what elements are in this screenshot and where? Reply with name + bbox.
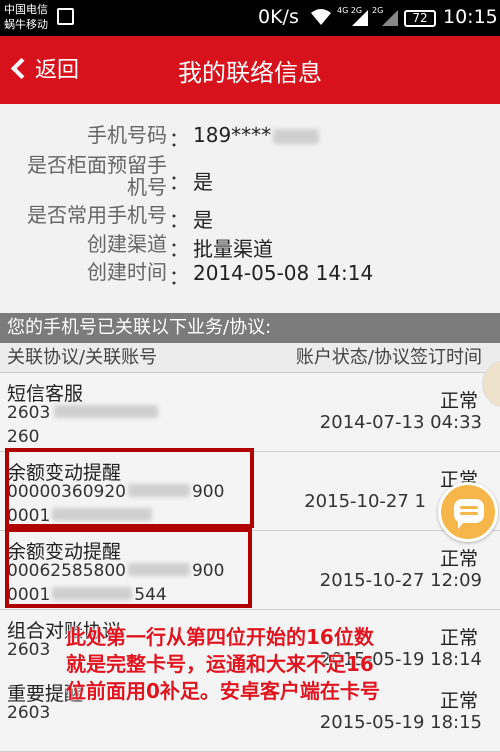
info-label: 创建时间 [87,260,167,284]
signal-icon [352,10,368,26]
item-status: 正常 [439,390,478,412]
annotation-line-2: 就是完整卡号，运通和大来不足16 [66,652,374,676]
item-date: 2015-10-27 1 [304,491,426,512]
image-icon [57,8,74,25]
info-value: 是 [193,208,213,232]
signal-icon-2 [382,10,398,26]
annotation-line-3: 位前面用0补足。安卓客户端在卡号 [66,679,380,703]
info-colon: ： [169,127,189,151]
item-account-2: 260 [7,427,40,447]
info-colon: ： [169,237,189,261]
info-colon: ： [169,265,189,289]
contact-info: 手机号码 ： 189**** 是否柜面预留手 机号 ： 是 是否常用手机号 ： … [0,104,500,302]
phone-number-text: 189**** [193,123,272,147]
item-date: 2015-05-19 18:15 [319,712,482,733]
info-label: 手机号码 [87,123,167,147]
info-label-line2: 机号 [127,175,167,199]
battery-icon: 72 [404,10,436,27]
item-status: 正常 [439,627,478,649]
item-account: 2603 [7,640,51,660]
phone-number: 189**** [193,123,320,147]
wifi-icon [309,7,333,32]
annotation-line-1: 此处第一行从第四位开始的16位数 [66,625,374,649]
info-value: 是 [193,170,213,194]
item-account: 2603 [7,703,51,723]
item-status: 正常 [439,548,478,570]
column-left-header: 关联协议/关联账号 [7,347,158,368]
status-bar: 中国电信 蜗牛移动 0K/s 4G 2G 2G 72 10:15 [0,0,500,36]
list-item[interactable]: 短信客服 2603 260 正常 2014-07-13 04:33 [0,374,500,452]
column-right-header: 账户状态/协议签订时间 [295,347,482,368]
carrier-1: 中国电信 [4,3,48,16]
item-date: 2015-10-27 12:09 [319,570,482,591]
page-title: 我的联络信息 [178,59,322,87]
info-label: 是否柜面预留手 机号 [27,154,167,198]
section-header: 您的手机号已关联以下业务/协议: [0,313,500,343]
item-status: 正常 [439,690,478,712]
info-label: 是否常用手机号 [27,203,167,227]
highlight-box-2 [5,528,252,608]
item-account: 2603 [7,403,159,423]
chat-icon [454,499,484,529]
info-colon: ： [169,170,189,194]
info-colon: ： [169,208,189,232]
carrier-2: 蜗牛移动 [4,18,48,31]
info-label: 创建渠道 [87,232,167,256]
chat-button[interactable] [438,482,498,542]
info-value: 2014-05-08 14:14 [193,261,374,285]
highlight-box-1 [5,448,254,528]
network-speed: 0K/s [258,6,299,28]
carrier-info: 中国电信 蜗牛移动 [4,2,48,32]
clock: 10:15 [443,6,498,28]
info-value: 批量渠道 [193,237,273,261]
column-header: 关联协议/关联账号 账户状态/协议签订时间 [0,343,500,373]
item-name: 短信客服 [7,383,84,405]
title-bar: 返回 我的联络信息 [0,36,500,104]
item-date: 2014-07-13 04:33 [319,412,482,433]
info-label-line1: 是否柜面预留手 [27,153,167,177]
item-account-text: 2603 [7,403,51,423]
annotation-note: 此处第一行从第四位开始的16位数 就是完整卡号，运通和大来不足16 位前面用0补… [66,624,426,705]
